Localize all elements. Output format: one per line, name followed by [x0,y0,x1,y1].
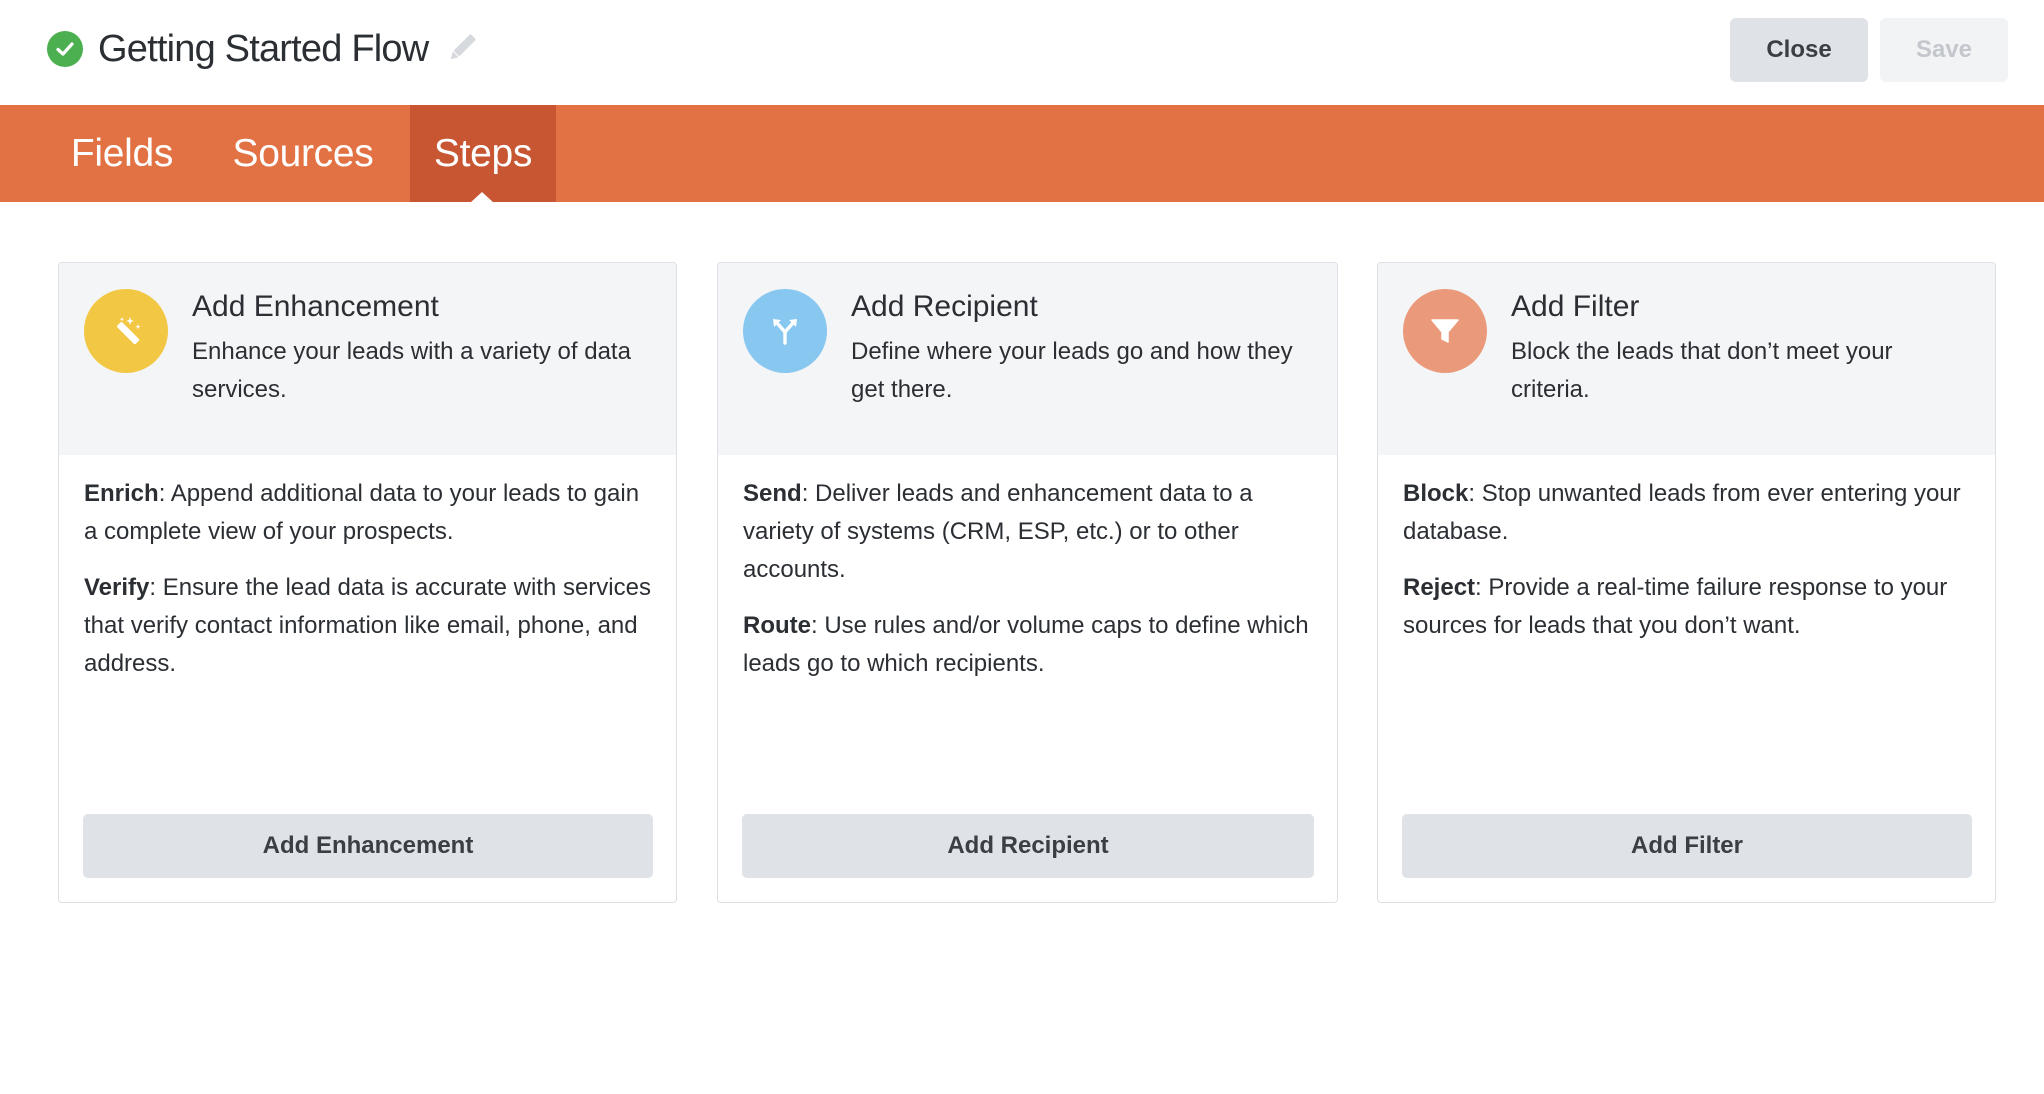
card-header: Add Enhancement Enhance your leads with … [59,263,676,455]
funnel-icon [1403,289,1487,373]
block-text: : Stop unwanted leads from ever entering… [1403,480,1961,545]
enrich-text: : Append additional data to your leads t… [84,480,640,545]
recipient-card: Add Recipient Define where your leads go… [717,262,1338,903]
reject-text: : Provide a real-time failure response t… [1403,574,1948,639]
add-filter-button[interactable]: Add Filter [1402,814,1972,878]
magic-wand-icon [84,289,168,373]
tab-bar: Fields Sources Steps [0,105,2044,202]
add-enhancement-button[interactable]: Add Enhancement [83,814,653,878]
tab-fields[interactable]: Fields [48,105,196,202]
enrich-description: Enrich: Append additional data to your l… [84,475,659,551]
enrich-term: Enrich [84,480,159,507]
send-term: Send [743,480,802,507]
card-subtitle: Enhance your leads with a variety of dat… [192,338,631,403]
card-title: Add Enhancement [192,290,439,323]
page-header: Getting Started Flow Close Save [0,0,2044,105]
block-description: Block: Stop unwanted leads from ever ent… [1403,475,1978,551]
route-text: : Use rules and/or volume caps to define… [743,612,1309,677]
send-description: Send: Deliver leads and enhancement data… [743,475,1318,589]
card-subtitle: Block the leads that don’t meet your cri… [1511,338,1893,403]
card-body: Block: Stop unwanted leads from ever ent… [1403,475,1978,663]
verify-term: Verify [84,574,150,601]
reject-term: Reject [1403,574,1476,601]
check-circle-icon [47,31,83,67]
card-body: Enrich: Append additional data to your l… [84,475,659,701]
pencil-icon[interactable] [444,30,480,66]
split-arrows-icon [743,289,827,373]
card-title: Add Recipient [851,290,1038,323]
reject-description: Reject: Provide a real-time failure resp… [1403,569,1978,645]
send-text: : Deliver leads and enhancement data to … [743,480,1253,583]
tab-sources[interactable]: Sources [210,105,396,202]
tab-steps[interactable]: Steps [410,105,556,202]
route-term: Route [743,612,811,639]
add-recipient-button[interactable]: Add Recipient [742,814,1314,878]
verify-text: : Ensure the lead data is accurate with … [84,574,651,677]
enhancement-card: Add Enhancement Enhance your leads with … [58,262,677,903]
card-title: Add Filter [1511,290,1640,323]
active-tab-pointer [470,192,494,203]
verify-description: Verify: Ensure the lead data is accurate… [84,569,659,683]
route-description: Route: Use rules and/or volume caps to d… [743,607,1318,683]
card-header: Add Filter Block the leads that don’t me… [1378,263,1995,455]
close-button[interactable]: Close [1730,18,1868,82]
block-term: Block [1403,480,1469,507]
card-header: Add Recipient Define where your leads go… [718,263,1337,455]
save-button[interactable]: Save [1880,18,2008,82]
page-title: Getting Started Flow [98,28,429,70]
filter-card: Add Filter Block the leads that don’t me… [1377,262,1996,903]
card-body: Send: Deliver leads and enhancement data… [743,475,1318,701]
card-subtitle: Define where your leads go and how they … [851,338,1293,403]
